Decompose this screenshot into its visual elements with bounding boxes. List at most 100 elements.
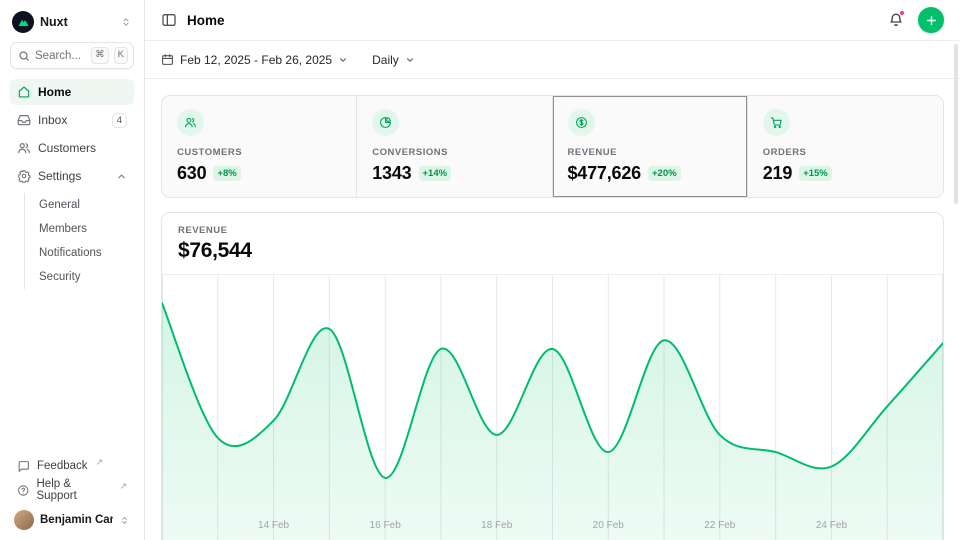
chart-header: REVENUE $76,544	[162, 213, 943, 275]
chevron-up-down-icon	[119, 515, 130, 526]
sidebar-subitem-general[interactable]: General	[25, 193, 134, 217]
svg-text:22 Feb: 22 Feb	[704, 520, 736, 531]
stat-card-revenue[interactable]: REVENUE $477,626 +20%	[553, 96, 748, 197]
sidebar-item-label: Settings	[38, 169, 81, 183]
stat-value: 219	[763, 163, 792, 184]
sidebar-item-customers[interactable]: Customers	[10, 135, 134, 161]
sidebar-item-home[interactable]: Home	[10, 79, 134, 105]
svg-text:20 Feb: 20 Feb	[593, 520, 625, 531]
stat-delta-badge: +14%	[419, 166, 452, 181]
dollar-icon	[568, 109, 595, 136]
subitem-label: Members	[39, 223, 87, 235]
sidebar-item-label: Home	[38, 85, 71, 99]
workspace-name: Nuxt	[40, 15, 114, 29]
subitem-label: Security	[39, 271, 81, 283]
footer-item-label: Help & Support	[37, 478, 112, 502]
sidebar-spacer	[10, 289, 134, 454]
chart-title: REVENUE	[178, 225, 927, 236]
footer-item-label: Feedback	[37, 460, 88, 472]
stat-delta-badge: +20%	[648, 166, 681, 181]
chart-body: 14 Feb 16 Feb 18 Feb 20 Feb 22 Feb 24 Feb	[162, 275, 943, 540]
sidebar-item-label: Customers	[38, 141, 96, 155]
user-menu[interactable]: Benjamin Canac	[10, 502, 134, 530]
main-area: Home Feb 12, 2025 - Feb 26, 2025 Daily	[145, 0, 960, 540]
revenue-chart-card: REVENUE $76,544 14 Feb 16 Feb 18 Feb 20 Feb…	[161, 212, 944, 540]
sidebar-item-label: Inbox	[38, 113, 67, 127]
sidebar-subitem-members[interactable]: Members	[25, 217, 134, 241]
sidebar-collapse-button[interactable]	[161, 12, 177, 28]
external-link-icon: ↗	[119, 481, 127, 492]
sidebar: Nuxt Search... ⌘ K Home Inbox 4 Customer…	[0, 0, 145, 540]
calendar-icon	[161, 53, 174, 66]
users-icon	[177, 109, 204, 136]
page-content: CUSTOMERS 630 +8% CONVERSIONS 1343 +14%	[145, 79, 960, 540]
svg-text:24 Feb: 24 Feb	[816, 520, 848, 531]
page-title: Home	[187, 13, 225, 28]
granularity-label: Daily	[372, 53, 399, 67]
kbd-meta: ⌘	[91, 47, 109, 63]
search-icon	[18, 50, 30, 62]
cart-icon	[763, 109, 790, 136]
help-icon	[17, 484, 30, 497]
svg-text:14 Feb: 14 Feb	[258, 520, 290, 531]
sidebar-item-inbox[interactable]: Inbox 4	[10, 107, 134, 133]
stat-card-orders[interactable]: ORDERS 219 +15%	[748, 96, 943, 197]
svg-text:16 Feb: 16 Feb	[370, 520, 402, 531]
stat-label: REVENUE	[568, 147, 732, 158]
sidebar-item-settings[interactable]: Settings	[10, 163, 134, 189]
workspace-selector[interactable]: Nuxt	[10, 8, 134, 42]
chevron-up-icon	[116, 171, 127, 182]
users-icon	[17, 141, 31, 155]
message-icon	[17, 460, 30, 473]
chevron-down-icon	[405, 55, 415, 65]
inbox-count-badge: 4	[112, 113, 127, 128]
stat-label: CONVERSIONS	[372, 147, 536, 158]
inbox-icon	[17, 113, 31, 127]
nuxt-logo-icon	[12, 11, 34, 33]
add-button[interactable]	[918, 7, 944, 33]
stat-delta-badge: +8%	[213, 166, 240, 181]
stat-label: ORDERS	[763, 147, 928, 158]
scrollbar[interactable]	[954, 44, 958, 536]
plus-icon	[925, 14, 938, 27]
external-link-icon: ↗	[96, 457, 104, 468]
kbd-k: K	[114, 47, 128, 63]
stat-label: CUSTOMERS	[177, 147, 341, 158]
chart-current-value: $76,544	[178, 239, 927, 263]
stat-delta-badge: +15%	[799, 166, 832, 181]
settings-submenu: General Members Notifications Security	[24, 193, 134, 289]
gear-icon	[17, 169, 31, 183]
header-actions	[888, 7, 944, 33]
notifications-button[interactable]	[888, 12, 904, 28]
sidebar-nav: Home Inbox 4 Customers Settings General …	[10, 79, 134, 289]
stat-value: 1343	[372, 163, 411, 184]
stat-card-customers[interactable]: CUSTOMERS 630 +8%	[162, 96, 357, 197]
stats-grid: CUSTOMERS 630 +8% CONVERSIONS 1343 +14%	[161, 95, 944, 198]
svg-text:18 Feb: 18 Feb	[481, 520, 513, 531]
stat-card-conversions[interactable]: CONVERSIONS 1343 +14%	[357, 96, 552, 197]
top-header: Home	[145, 0, 960, 41]
chevron-up-down-icon	[120, 16, 132, 28]
sidebar-item-feedback[interactable]: Feedback ↗	[10, 454, 134, 478]
subitem-label: Notifications	[39, 247, 102, 259]
panel-left-icon	[161, 12, 177, 28]
filter-toolbar: Feb 12, 2025 - Feb 26, 2025 Daily	[145, 41, 960, 79]
search-input[interactable]: Search... ⌘ K	[10, 42, 134, 69]
subitem-label: General	[39, 199, 80, 211]
search-placeholder: Search...	[35, 50, 86, 62]
stat-value: $477,626	[568, 163, 641, 184]
stat-value: 630	[177, 163, 206, 184]
sidebar-subitem-notifications[interactable]: Notifications	[25, 241, 134, 265]
date-range-label: Feb 12, 2025 - Feb 26, 2025	[180, 53, 332, 67]
sidebar-subitem-security[interactable]: Security	[25, 265, 134, 289]
avatar	[14, 510, 34, 530]
scrollbar-thumb[interactable]	[954, 44, 958, 204]
sidebar-item-help-support[interactable]: Help & Support ↗	[10, 478, 134, 502]
revenue-area-chart[interactable]: 14 Feb 16 Feb 18 Feb 20 Feb 22 Feb 24 Feb	[162, 275, 943, 540]
granularity-select[interactable]: Daily	[372, 53, 415, 67]
notification-dot	[899, 10, 905, 16]
home-icon	[17, 85, 31, 99]
date-range-picker[interactable]: Feb 12, 2025 - Feb 26, 2025	[161, 53, 348, 67]
user-name: Benjamin Canac	[40, 514, 113, 526]
chevron-down-icon	[338, 55, 348, 65]
